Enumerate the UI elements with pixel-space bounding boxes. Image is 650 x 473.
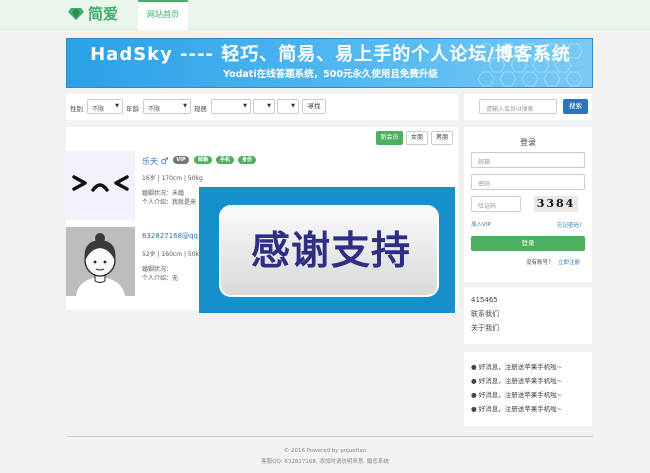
- id-verified-badge: 身份: [238, 156, 256, 164]
- footer-divider: [66, 436, 593, 437]
- member-name-link[interactable]: 乐天 ♂: [142, 156, 169, 167]
- news-item-text: 好消息，注册送苹果手机啦~: [478, 391, 563, 399]
- location-label: 现居: [194, 105, 207, 113]
- chevron-down-icon: ▼: [115, 103, 119, 109]
- site-info-panel: 415465 联系我们 关于我们: [464, 288, 592, 344]
- age-select-value: 不限: [148, 106, 161, 113]
- vip-badge: VIP: [173, 156, 189, 164]
- chevron-down-icon: ▼: [243, 103, 247, 109]
- age-label: 年龄: [126, 105, 139, 113]
- member-avatar[interactable]: [66, 227, 135, 296]
- email-verified-badge: 邮箱: [194, 156, 212, 164]
- apple-icon: ●: [471, 363, 477, 371]
- member-count: 415465: [471, 296, 498, 304]
- footer-contact: 客服QQ: 632827168, 添加时请说明来意, 婚恋系统: [261, 459, 389, 465]
- apple-icon: ●: [471, 377, 477, 385]
- gender-select-value: 不限: [92, 106, 105, 113]
- member-avatar[interactable]: [66, 151, 135, 220]
- email-field[interactable]: 邮箱: [471, 152, 585, 168]
- thanks-popup-ad[interactable]: 感谢支持: [199, 187, 455, 313]
- member-stats: 16岁 | 170cm | 50kg: [142, 175, 203, 182]
- captcha-field[interactable]: 验证码: [471, 196, 521, 212]
- district-select[interactable]: ▼: [277, 99, 299, 114]
- city-select[interactable]: ▼: [253, 99, 275, 114]
- forgot-password-link[interactable]: 忘记密码？: [557, 221, 585, 229]
- login-panel: 登录 邮箱 密码 验证码 3384 加入VIP 忘记密码？ 登录 没有账号？ 立…: [464, 127, 592, 282]
- news-item[interactable]: ● 好消息，注册送苹果手机啦~: [471, 403, 562, 413]
- nav-home-tab[interactable]: 网站首页: [138, 0, 188, 30]
- news-panel: ● 好消息，注册送苹果手机啦~ ● 好消息，注册送苹果手机啦~ ● 好消息，注册…: [464, 352, 592, 426]
- member-intro: 个人介绍：我就是来: [142, 199, 197, 206]
- find-button[interactable]: 寻找: [302, 99, 326, 114]
- footer-copyright: © 2016 Powered by pojuetian: [283, 448, 367, 454]
- login-button[interactable]: 登录: [471, 236, 585, 251]
- banner-subtitle: Yodati在线答题系统，500元永久使用且免费升级: [223, 69, 438, 80]
- thanks-ad-plate: 感谢支持: [219, 205, 439, 297]
- news-item-text: 好消息，注册送苹果手机啦~: [478, 377, 563, 385]
- news-item[interactable]: ● 好消息，注册送苹果手机啦~: [471, 361, 562, 371]
- member-filter-bar: 性别 不限 ▼ 年龄 不限 ▼ 现居 ▼ ▼ ▼ 寻找: [66, 94, 458, 120]
- member-name: 乐天: [142, 157, 158, 166]
- sort-new-members-button[interactable]: 新会员: [376, 131, 403, 145]
- hadsky-banner-ad[interactable]: HadSky ---- 轻巧、简易、易上手的个人论坛/博客系统 Yodati在线…: [66, 38, 593, 88]
- news-item[interactable]: ● 好消息，注册送苹果手机啦~: [471, 375, 562, 385]
- contact-us-link[interactable]: 联系我们: [471, 309, 499, 319]
- news-item-text: 好消息，注册送苹果手机啦~: [478, 363, 563, 371]
- age-select[interactable]: 不限 ▼: [143, 99, 191, 114]
- member-search-panel: 请输入会员id搜索 搜索: [464, 94, 592, 120]
- heart-logo-icon: [68, 8, 84, 20]
- male-gender-icon: ♂: [160, 157, 169, 167]
- join-vip-link[interactable]: 加入VIP: [471, 220, 491, 228]
- chevron-down-icon: ▼: [291, 103, 295, 109]
- about-us-link[interactable]: 关于我们: [471, 323, 499, 333]
- member-marital-status: 婚姻状况：: [142, 266, 173, 273]
- captcha-image[interactable]: 3384: [534, 196, 578, 212]
- no-account-text: 没有账号？: [526, 260, 554, 266]
- login-title: 登录: [520, 138, 536, 147]
- sort-female-button[interactable]: 女朋: [406, 131, 428, 145]
- province-select[interactable]: ▼: [211, 99, 251, 114]
- gender-select[interactable]: 不限 ▼: [87, 99, 123, 114]
- sort-male-button[interactable]: 男朋: [431, 131, 453, 145]
- news-item-text: 好消息，注册送苹果手机啦~: [478, 405, 563, 413]
- thanks-ad-text: 感谢支持: [250, 229, 411, 274]
- phone-verified-badge: 手机: [216, 156, 234, 164]
- top-navbar: 简爱 网站首页: [0, 0, 650, 30]
- member-search-button[interactable]: 搜索: [563, 99, 588, 114]
- member-id-search-input[interactable]: 请输入会员id搜索: [479, 99, 557, 114]
- site-logo-text[interactable]: 简爱: [88, 5, 118, 23]
- member-marital-status: 婚姻状况：未婚: [142, 190, 185, 197]
- apple-icon: ●: [471, 391, 477, 399]
- member-intro: 个人介绍：无: [142, 275, 179, 282]
- chevron-down-icon: ▼: [183, 103, 187, 109]
- news-item[interactable]: ● 好消息，注册送苹果手机啦~: [471, 389, 562, 399]
- member-stats: 52岁 | 160cm | 50k: [142, 251, 200, 258]
- register-link[interactable]: 立即注册: [558, 258, 580, 266]
- member-name-link[interactable]: 632827168@qq.c: [142, 232, 204, 240]
- gender-label: 性别: [70, 105, 83, 113]
- password-field[interactable]: 密码: [471, 174, 585, 190]
- banner-title: HadSky ---- 轻巧、简易、易上手的个人论坛/博客系统: [90, 44, 571, 65]
- apple-icon: ●: [471, 405, 477, 413]
- chevron-down-icon: ▼: [267, 103, 271, 109]
